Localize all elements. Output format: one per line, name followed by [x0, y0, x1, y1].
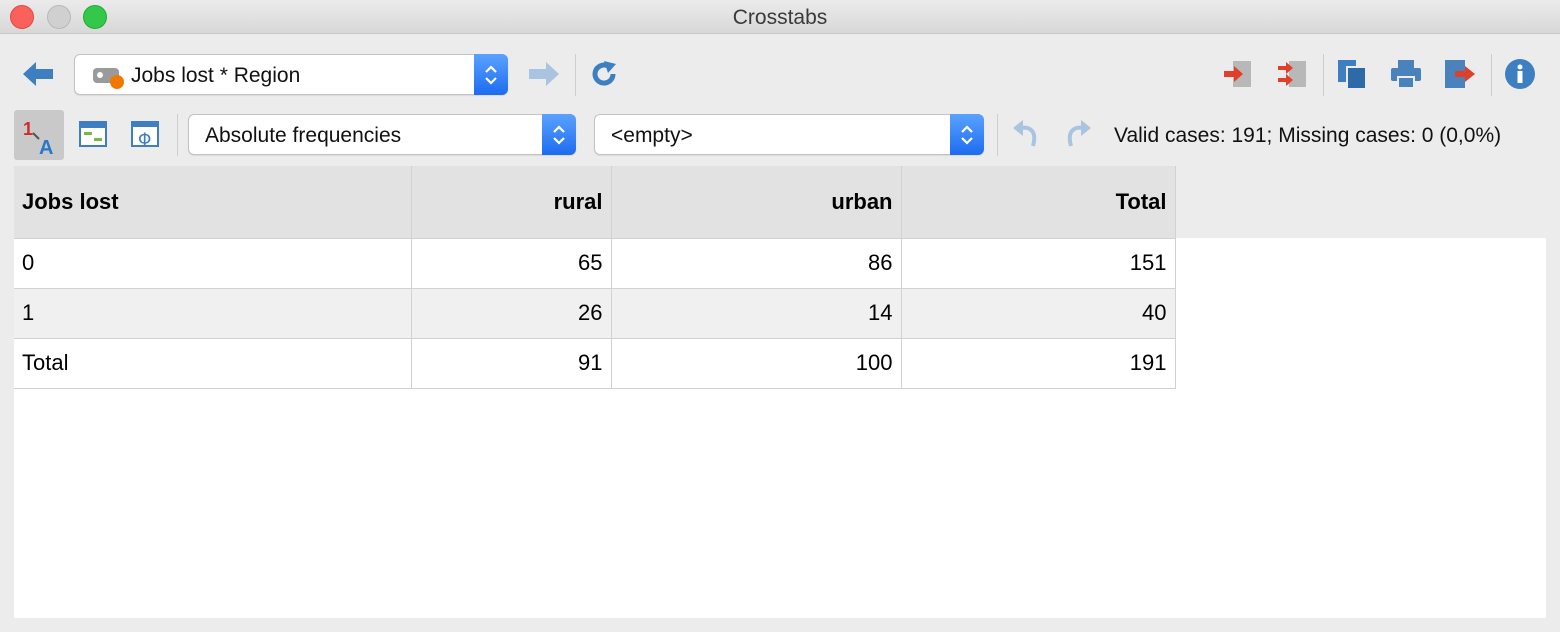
secondary-mode-dropdown[interactable]: <empty>	[594, 114, 984, 155]
cases-status: Valid cases: 191; Missing cases: 0 (0,0%…	[1114, 124, 1502, 147]
table-cell: 100	[610, 337, 902, 389]
value-label-icon: 1 A	[23, 119, 53, 157]
results-pane: Jobs lost rural urban Total 0 65 86 151 …	[14, 166, 1546, 618]
table-cell: 26	[410, 287, 612, 339]
table-header-row: Jobs lost rural urban Total	[14, 166, 1176, 239]
svg-text:Φ: Φ	[138, 130, 151, 150]
table-selector-value: Jobs lost * Region	[131, 64, 301, 87]
table-cell: 191	[900, 337, 1176, 389]
toolbar-separator	[1491, 54, 1492, 96]
table-cell: 151	[900, 237, 1176, 289]
variable-tag-icon	[91, 64, 127, 95]
column-header[interactable]: urban	[610, 166, 902, 239]
display-mode-value: Absolute frequencies	[205, 124, 402, 147]
phi-statistics-icon[interactable]: Φ	[128, 116, 162, 152]
stepper-chevrons-icon[interactable]	[950, 114, 984, 155]
toolbar-separator	[997, 114, 998, 156]
row-percent-icon[interactable]	[76, 116, 110, 152]
export-all-to-document-icon[interactable]	[1274, 56, 1310, 92]
display-mode-dropdown[interactable]: Absolute frequencies	[188, 114, 576, 155]
back-arrow-icon[interactable]	[20, 56, 56, 92]
undo-icon[interactable]	[1008, 116, 1044, 152]
row-label: Total	[14, 337, 412, 389]
table-cell: 91	[410, 337, 612, 389]
stepper-chevrons-icon[interactable]	[474, 54, 508, 95]
svg-text:1: 1	[23, 119, 33, 139]
table-row: 1 26 14 40	[14, 287, 1176, 339]
stepper-chevrons-icon[interactable]	[542, 114, 576, 155]
column-header[interactable]: Total	[900, 166, 1176, 239]
show-values-labels-toggle[interactable]: 1 A	[14, 110, 64, 160]
table-cell: 65	[410, 237, 612, 289]
svg-text:A: A	[39, 137, 53, 157]
table-selector-dropdown[interactable]: Jobs lost * Region	[74, 54, 508, 95]
crosstab-table: Jobs lost rural urban Total 0 65 86 151 …	[14, 166, 1176, 389]
table-cell: 40	[900, 287, 1176, 339]
toolbar-separator	[575, 54, 576, 96]
row-label: 0	[14, 237, 412, 289]
column-header[interactable]: rural	[410, 166, 612, 239]
refresh-icon[interactable]	[586, 56, 622, 92]
table-row: 0 65 86 151	[14, 237, 1176, 289]
table-cell: 86	[610, 237, 902, 289]
info-icon[interactable]	[1502, 56, 1538, 92]
window-title: Crosstabs	[732, 6, 828, 29]
toolbar-separator	[1323, 54, 1324, 96]
copy-icon[interactable]	[1334, 56, 1370, 92]
forward-arrow-icon[interactable]	[526, 56, 562, 92]
row-variable-header[interactable]: Jobs lost	[14, 166, 412, 239]
table-cell: 14	[610, 287, 902, 339]
secondary-mode-value: <empty>	[611, 124, 693, 147]
toolbar-separator	[177, 114, 178, 156]
export-file-icon[interactable]	[1442, 56, 1478, 92]
redo-icon[interactable]	[1060, 116, 1096, 152]
table-row: Total 91 100 191	[14, 337, 1176, 389]
export-to-document-icon[interactable]	[1220, 56, 1256, 92]
title-bar: Crosstabs	[0, 0, 1560, 34]
row-label: 1	[14, 287, 412, 339]
print-icon[interactable]	[1388, 56, 1424, 92]
